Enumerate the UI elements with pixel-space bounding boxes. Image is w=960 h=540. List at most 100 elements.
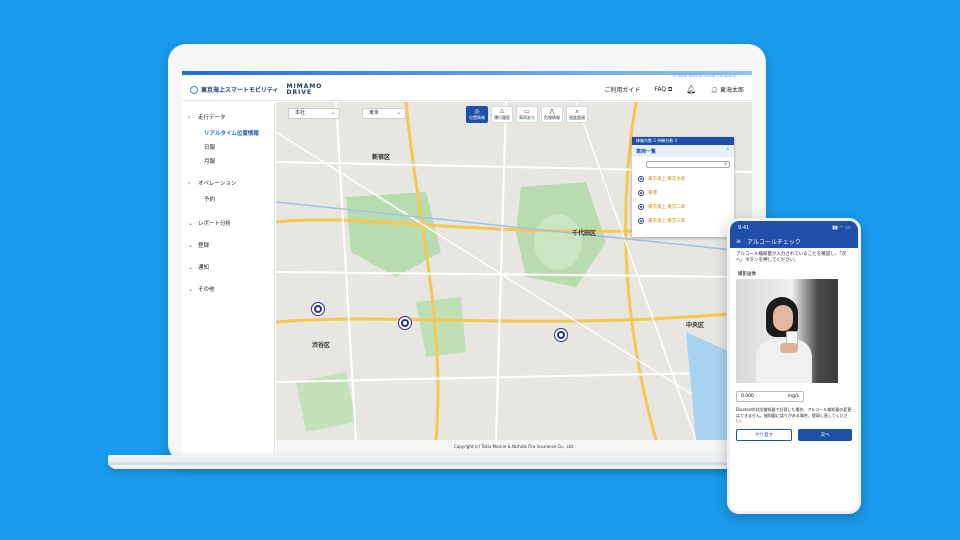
chevron-down-icon: ⌄ bbox=[330, 110, 335, 116]
vehicle-marker[interactable] bbox=[555, 329, 567, 341]
user-name: 東海太郎 bbox=[719, 87, 744, 94]
sidebar-item-label: オペレーション bbox=[198, 181, 237, 187]
tool-label: 速度超過 bbox=[569, 115, 585, 120]
company-logo[interactable]: 東京海上スマートモビリティ bbox=[190, 85, 278, 94]
copyright-footer: Copyright (c) Tokio Marine & Nichido Fir… bbox=[276, 440, 752, 454]
map-label-chuo: 中央区 bbox=[686, 322, 705, 329]
vehicle-marker[interactable] bbox=[312, 303, 324, 315]
sidebar-item-register[interactable]: ⌄ 登録 bbox=[182, 236, 274, 254]
laptop: A Tokio Marine Group Company 東京海上スマートモビリ… bbox=[168, 44, 766, 462]
tool-danger[interactable]: ⋀ 危険情報 bbox=[541, 106, 563, 123]
map-label-shinjuku: 新宿区 bbox=[372, 154, 391, 161]
logo-mark-icon bbox=[190, 85, 198, 94]
reading-unit: mg/L bbox=[787, 394, 799, 399]
tool-label: 運行履歴 bbox=[494, 115, 510, 120]
photo-hand bbox=[780, 343, 798, 353]
vehicle-item[interactable]: 東京海上 東京太郎 bbox=[632, 172, 734, 186]
road-icon: ⋀ bbox=[549, 108, 555, 115]
search-icon: ⌕ bbox=[575, 108, 579, 115]
phone-time: 9:41 bbox=[738, 224, 750, 231]
chevron-down-icon: ⌄ bbox=[188, 285, 194, 293]
vehicle-marker[interactable] bbox=[399, 317, 411, 329]
phone-note: Bluetooth対応検知器で計測した場合、アルコール検知量の変更はできません。… bbox=[736, 407, 852, 423]
sidebar-item-label: レポート分析 bbox=[198, 221, 232, 227]
tool-location[interactable]: ◎ 位置情報 bbox=[466, 106, 488, 123]
sidebar-item-label: 走行データ bbox=[198, 115, 226, 121]
laptop-screen: A Tokio Marine Group Company 東京海上スマートモビリ… bbox=[182, 71, 752, 454]
vehicle-list-header[interactable]: 車両一覧 ⌃ bbox=[632, 145, 734, 157]
chevron-up-icon: ⌃ bbox=[725, 148, 730, 154]
app-header: 東京海上スマートモビリティ MIMAMO DRIVE ご利用ガイド FAQ ⧉ … bbox=[182, 79, 752, 101]
phone-buttons: やり直す 次へ bbox=[730, 428, 858, 441]
user-icon: 👤︎ bbox=[710, 87, 719, 94]
guide-link[interactable]: ご利用ガイド bbox=[604, 85, 640, 94]
chevron-down-icon: ⌄ bbox=[188, 219, 194, 227]
sidebar-item-label: 登録 bbox=[198, 243, 210, 249]
sidebar-subitem-monthly[interactable]: 月報 bbox=[182, 154, 274, 168]
vehicle-dot-icon bbox=[638, 218, 644, 224]
vehicle-search-input[interactable]: ⌕ bbox=[646, 161, 730, 168]
sidebar-subitem-reservation[interactable]: 予約 bbox=[182, 192, 274, 206]
tool-speed[interactable]: ⌕ 速度超過 bbox=[566, 106, 588, 123]
phone-title: アルコールチェック bbox=[747, 238, 801, 246]
captured-photo bbox=[736, 279, 838, 383]
chevron-down-icon: ⌄ bbox=[188, 241, 194, 249]
external-link-icon: ⧉ bbox=[667, 85, 673, 93]
vehicle-item[interactable]: 東港 bbox=[632, 186, 734, 200]
faq-label: FAQ bbox=[654, 85, 667, 93]
map-view[interactable]: 本社 ⌄ 東京 ⌄ ◎ 位置情報 ⚠ 運行履歴 ▭ 車両あり ⋀ 危険情報 ⌕ 速度超過 新宿… bbox=[276, 102, 752, 440]
vehicle-summary: 稼働台数 3 待機台数 3 bbox=[632, 137, 734, 145]
vehicle-dot-icon bbox=[638, 190, 644, 196]
vehicle-dot-icon bbox=[638, 204, 644, 210]
region-select-value: 東京 bbox=[369, 110, 380, 116]
vehicle-item[interactable]: 東京海上 東京三郎 bbox=[632, 214, 734, 228]
tool-vehicles[interactable]: ▭ 車両あり bbox=[516, 106, 538, 123]
tool-label: 危険情報 bbox=[544, 115, 560, 120]
header-actions: ご利用ガイド FAQ ⧉ 🔔︎ 👤︎ 東海太郎 bbox=[604, 85, 744, 94]
company-name: 東京海上スマートモビリティ bbox=[201, 87, 279, 94]
search-icon: ⌕ bbox=[724, 161, 727, 167]
top-accent-bar bbox=[182, 71, 752, 75]
vehicle-list-panel: 稼働台数 3 待機台数 3 車両一覧 ⌃ ⌕ 東京海上 東京太郎 東港 東京海上 … bbox=[632, 137, 734, 237]
map-label-chiyoda: 千代田区 bbox=[572, 230, 597, 237]
sidebar: › 走行データ リアルタイム位置情報 日報 月報 › オペレーション 予約 ⌄ レポー… bbox=[182, 102, 275, 454]
phone-status-bar: 9:41 ▮▮ ◠ ▭ bbox=[730, 221, 858, 234]
vehicle-name: 東京海上 東京太郎 bbox=[648, 177, 686, 182]
vehicle-name: 東京海上 東京二郎 bbox=[648, 205, 686, 210]
sidebar-item-label: その他 bbox=[198, 287, 215, 293]
user-menu[interactable]: 👤︎ 東海太郎 bbox=[710, 85, 744, 94]
menu-icon[interactable]: ≡ bbox=[736, 238, 741, 245]
retake-button[interactable]: やり直す bbox=[736, 428, 792, 441]
region-select[interactable]: 東京 ⌄ bbox=[362, 108, 406, 119]
sidebar-subitem-daily[interactable]: 日報 bbox=[182, 140, 274, 154]
location-icon: ◎ bbox=[474, 108, 480, 115]
photo-face bbox=[773, 305, 793, 331]
sidebar-subitem-realtime[interactable]: リアルタイム位置情報 bbox=[182, 126, 274, 140]
sidebar-item-report[interactable]: ⌄ レポート分析 bbox=[182, 214, 274, 232]
vehicle-dot-icon bbox=[638, 176, 644, 182]
chat-icon: ▭ bbox=[524, 108, 530, 115]
tool-label: 位置情報 bbox=[469, 115, 485, 120]
tool-history[interactable]: ⚠ 運行履歴 bbox=[491, 106, 513, 123]
map-label-shibuya: 渋谷区 bbox=[312, 342, 331, 349]
chevron-right-icon: › bbox=[188, 113, 191, 121]
branch-select[interactable]: 本社 ⌄ bbox=[288, 108, 340, 119]
vehicle-list-title: 車両一覧 bbox=[636, 148, 657, 155]
alcohol-reading-field[interactable]: 0.000 mg/L bbox=[736, 391, 804, 402]
vehicle-item[interactable]: 東京海上 東京二郎 bbox=[632, 200, 734, 214]
chevron-down-icon: ⌄ bbox=[396, 110, 401, 116]
map-toolbar: ◎ 位置情報 ⚠ 運行履歴 ▭ 車両あり ⋀ 危険情報 ⌕ 速度超過 bbox=[466, 106, 588, 123]
sidebar-item-operation[interactable]: › オペレーション bbox=[182, 174, 274, 192]
sidebar-item-other[interactable]: ⌄ その他 bbox=[182, 280, 274, 298]
next-button[interactable]: 次へ bbox=[798, 428, 852, 441]
sidebar-item-driving[interactable]: › 走行データ bbox=[182, 108, 274, 126]
product-name-line2: DRIVE bbox=[286, 88, 313, 96]
phone-app-bar: ≡ アルコールチェック bbox=[730, 234, 858, 248]
sidebar-item-notice[interactable]: ⌄ 通知 bbox=[182, 258, 274, 276]
photo-label: 撮影画像 bbox=[738, 272, 756, 277]
bell-icon[interactable]: 🔔︎ bbox=[686, 85, 696, 94]
history-icon: ⚠ bbox=[499, 108, 505, 115]
branch-select-value: 本社 bbox=[295, 110, 306, 116]
faq-link[interactable]: FAQ ⧉ bbox=[654, 86, 672, 94]
sidebar-item-label: 通知 bbox=[198, 265, 210, 271]
